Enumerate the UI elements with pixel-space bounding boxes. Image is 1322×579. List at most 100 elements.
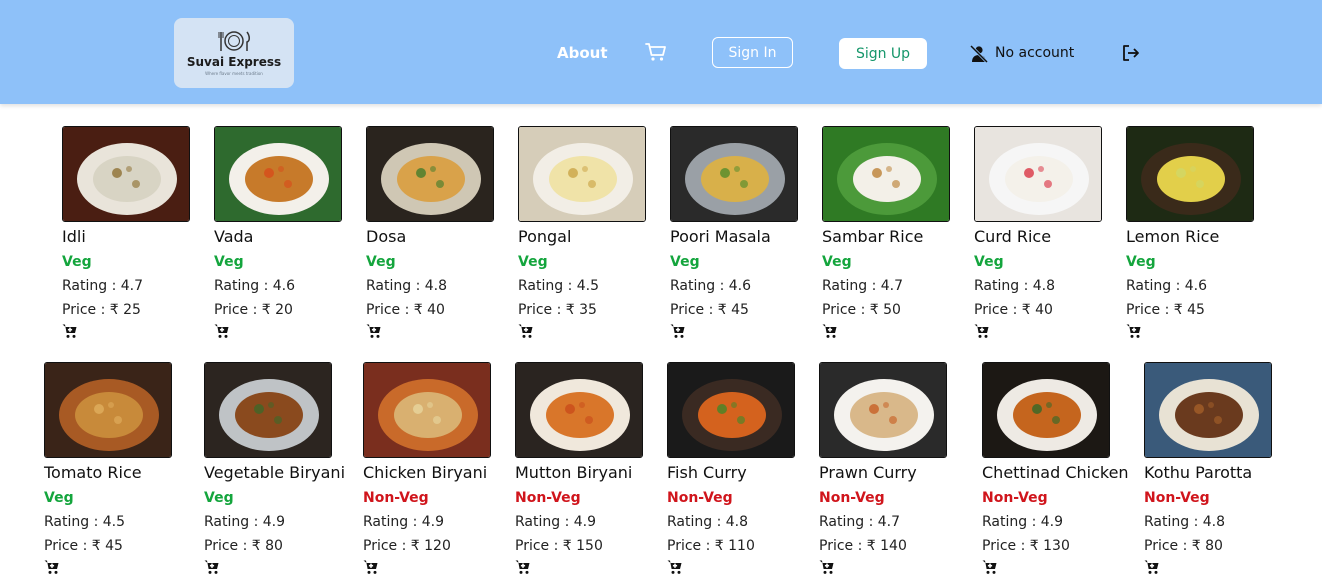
rating-value: 4.8 [725, 514, 749, 530]
dish-rating: Rating : 4.8 [366, 278, 447, 294]
add-to-cart-icon[interactable] [204, 559, 220, 575]
price-value: 45 [1187, 302, 1205, 318]
dish-image[interactable] [819, 362, 947, 458]
dish-type-badge: Veg [366, 254, 396, 270]
dish-type-badge: Veg [44, 490, 74, 506]
add-to-cart-icon[interactable] [822, 323, 838, 339]
add-to-cart-icon[interactable] [62, 323, 78, 339]
dish-name: Vegetable Biryani [204, 463, 346, 482]
price-value: 80 [1205, 538, 1223, 554]
price-value: 130 [1043, 538, 1070, 554]
add-to-cart-icon[interactable] [667, 559, 683, 575]
price-value: 50 [883, 302, 901, 318]
add-to-cart-icon[interactable] [819, 559, 835, 575]
dish-type-badge: Veg [822, 254, 852, 270]
dish-image[interactable] [518, 126, 646, 222]
dish-price: Price : ₹ 25 [62, 302, 141, 318]
price-label: Price : ₹ [667, 538, 729, 554]
add-to-cart-icon[interactable] [982, 559, 998, 575]
add-to-cart-icon[interactable] [214, 323, 230, 339]
brand-tagline: Where flavor meets tradition [205, 71, 263, 76]
dish-type-badge: Veg [670, 254, 700, 270]
rating-label: Rating : [214, 278, 273, 294]
rating-label: Rating : [670, 278, 729, 294]
dish-type-badge: Non-Veg [363, 490, 429, 506]
dish-name: Prawn Curry [819, 463, 917, 482]
dish-type-badge: Veg [204, 490, 234, 506]
brand-logo[interactable]: Suvai Express Where flavor meets traditi… [174, 18, 294, 88]
price-value: 20 [275, 302, 293, 318]
dish-rating: Rating : 4.5 [518, 278, 599, 294]
price-value: 120 [424, 538, 451, 554]
add-to-cart-icon[interactable] [1144, 559, 1160, 575]
brand-name: Suvai Express [186, 55, 282, 69]
price-label: Price : ₹ [366, 302, 428, 318]
dish-type-badge: Veg [518, 254, 548, 270]
dish-image[interactable] [822, 126, 950, 222]
add-to-cart-icon[interactable] [518, 323, 534, 339]
nav-about-link[interactable]: About [557, 44, 608, 62]
dish-image[interactable] [974, 126, 1102, 222]
add-to-cart-icon[interactable] [974, 323, 990, 339]
price-value: 80 [265, 538, 283, 554]
dish-price: Price : ₹ 40 [974, 302, 1053, 318]
add-to-cart-icon[interactable] [1126, 323, 1142, 339]
price-value: 40 [427, 302, 445, 318]
sign-in-button[interactable]: Sign In [712, 37, 793, 68]
dish-image[interactable] [204, 362, 332, 458]
dish-image[interactable] [62, 126, 190, 222]
dish-image[interactable] [366, 126, 494, 222]
dish-type-badge: Non-Veg [819, 490, 885, 506]
dish-type-badge: Non-Veg [982, 490, 1048, 506]
dish-price: Price : ₹ 120 [363, 538, 451, 554]
add-to-cart-icon[interactable] [366, 323, 382, 339]
dish-image[interactable] [1126, 126, 1254, 222]
add-to-cart-icon[interactable] [44, 559, 60, 575]
price-label: Price : ₹ [974, 302, 1036, 318]
price-label: Price : ₹ [363, 538, 425, 554]
dish-name: Dosa [366, 227, 407, 246]
price-label: Price : ₹ [1144, 538, 1206, 554]
logout-icon[interactable] [1121, 43, 1141, 67]
dish-price: Price : ₹ 50 [822, 302, 901, 318]
rating-value: 4.7 [877, 514, 901, 530]
dish-rating: Rating : 4.8 [974, 278, 1055, 294]
price-label: Price : ₹ [44, 538, 106, 554]
dish-name: Poori Masala [670, 227, 771, 246]
dish-image[interactable] [363, 362, 491, 458]
dish-name: Idli [62, 227, 86, 246]
add-to-cart-icon[interactable] [670, 323, 686, 339]
rating-value: 4.6 [272, 278, 296, 294]
rating-value: 4.8 [1202, 514, 1226, 530]
dish-price: Price : ₹ 45 [670, 302, 749, 318]
dish-price: Price : ₹ 140 [819, 538, 907, 554]
price-value: 45 [731, 302, 749, 318]
rating-value: 4.5 [576, 278, 600, 294]
nav-cart-icon[interactable] [645, 42, 667, 66]
price-label: Price : ₹ [515, 538, 577, 554]
price-value: 110 [728, 538, 755, 554]
dish-price: Price : ₹ 80 [204, 538, 283, 554]
dish-image[interactable] [515, 362, 643, 458]
dish-image[interactable] [1144, 362, 1272, 458]
dish-rating: Rating : 4.8 [667, 514, 748, 530]
rating-label: Rating : [62, 278, 121, 294]
dish-image[interactable] [670, 126, 798, 222]
dish-image[interactable] [44, 362, 172, 458]
dish-image[interactable] [667, 362, 795, 458]
price-label: Price : ₹ [819, 538, 881, 554]
dish-rating: Rating : 4.6 [1126, 278, 1207, 294]
add-to-cart-icon[interactable] [515, 559, 531, 575]
add-to-cart-icon[interactable] [363, 559, 379, 575]
rating-value: 4.9 [1040, 514, 1064, 530]
dish-price: Price : ₹ 35 [518, 302, 597, 318]
dish-type-badge: Veg [974, 254, 1004, 270]
rating-value: 4.9 [262, 514, 286, 530]
dish-image[interactable] [214, 126, 342, 222]
dish-rating: Rating : 4.6 [214, 278, 295, 294]
dish-price: Price : ₹ 110 [667, 538, 755, 554]
sign-up-button[interactable]: Sign Up [839, 38, 927, 69]
dish-price: Price : ₹ 45 [1126, 302, 1205, 318]
dish-type-badge: Veg [62, 254, 92, 270]
dish-image[interactable] [982, 362, 1110, 458]
